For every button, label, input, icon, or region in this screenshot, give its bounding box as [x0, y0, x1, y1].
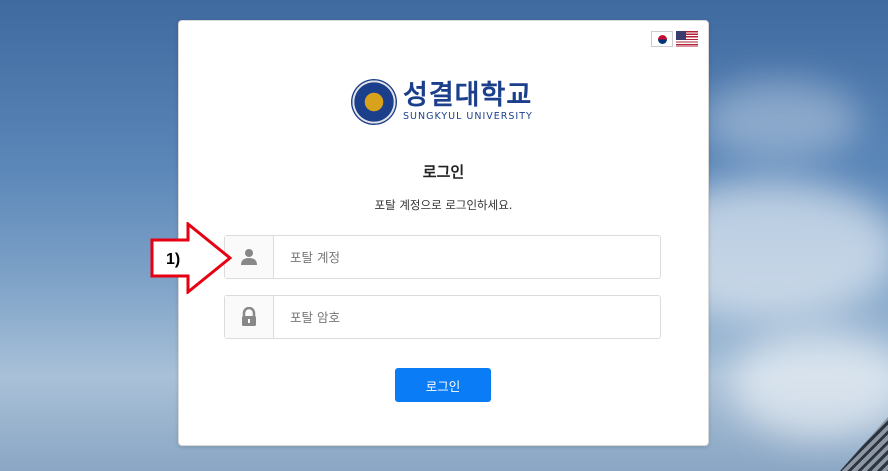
- user-icon: [225, 236, 274, 278]
- background-cloud: [700, 80, 860, 160]
- lock-icon: [225, 296, 274, 338]
- page-title: 로그인: [422, 163, 465, 181]
- login-button[interactable]: 로그인: [395, 368, 491, 402]
- portal-id-field[interactable]: [224, 235, 661, 279]
- annotation-arrow-icon: 1): [150, 222, 232, 294]
- usa-flag-icon[interactable]: [676, 31, 698, 47]
- background-cloud: [730, 330, 888, 440]
- university-logo: 성결대학교 SUNGKYUL UNIVERSITY: [351, 79, 533, 125]
- portal-password-field[interactable]: [224, 295, 661, 339]
- logo-english-name: SUNGKYUL UNIVERSITY: [403, 111, 533, 122]
- korea-flag-icon[interactable]: [651, 31, 673, 47]
- portal-password-input[interactable]: [274, 295, 660, 339]
- annotation-label: 1): [166, 251, 180, 268]
- logo-korean-name: 성결대학교: [403, 80, 533, 111]
- login-instruction: 포탈 계정으로 로그인하세요.: [374, 198, 513, 212]
- university-seal-icon: [351, 79, 397, 125]
- portal-id-input[interactable]: [274, 235, 660, 279]
- language-switcher: [651, 31, 698, 47]
- login-card: 성결대학교 SUNGKYUL UNIVERSITY 로그인 포탈 계정으로 로그…: [178, 20, 709, 446]
